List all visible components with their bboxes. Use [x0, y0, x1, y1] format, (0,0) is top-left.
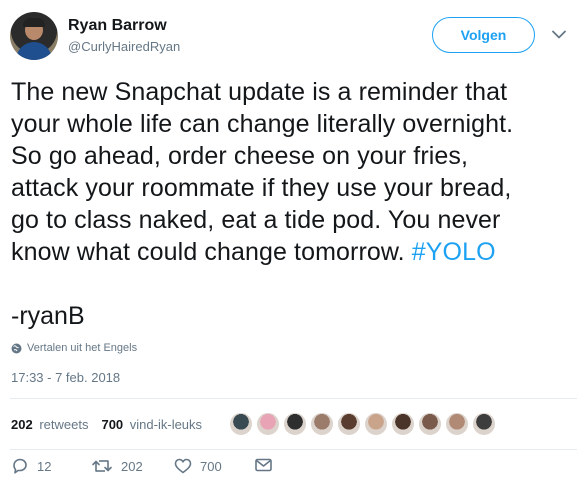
follow-button[interactable]: Volgen — [432, 17, 535, 53]
reply-button[interactable]: 12 — [11, 458, 51, 474]
avatar[interactable] — [10, 12, 58, 60]
liker-avatar[interactable] — [391, 412, 415, 436]
liker-avatar[interactable] — [445, 412, 469, 436]
liker-avatar[interactable] — [283, 412, 307, 436]
tweet-line: So go ahead, order cheese on your fries, — [11, 142, 469, 170]
retweet-button[interactable]: 202 — [91, 458, 143, 474]
liker-avatar[interactable] — [418, 412, 442, 436]
translate-link[interactable]: Vertalen uit het Engels — [11, 340, 137, 356]
user-handle[interactable]: @CurlyHairedRyan — [68, 39, 180, 55]
like-button[interactable]: 700 — [174, 458, 222, 474]
tweet-timestamp[interactable]: 17:33 - 7 feb. 2018 — [11, 370, 120, 386]
direct-message-button[interactable] — [255, 458, 272, 472]
tweet-stats: 202 retweets 700 vind-ik-leuks — [11, 408, 215, 440]
tweet-text: The new Snapchat update is a reminder th… — [11, 76, 577, 268]
reply-icon — [11, 458, 29, 474]
like-count: 700 — [200, 458, 222, 474]
heart-icon — [174, 458, 192, 474]
liker-avatar[interactable] — [364, 412, 388, 436]
divider — [10, 398, 577, 399]
retweets-label: retweets — [39, 416, 89, 432]
hashtag-link[interactable]: #YOLO — [412, 238, 496, 266]
liker-avatar[interactable] — [256, 412, 280, 436]
globe-icon — [11, 343, 22, 354]
liker-avatar[interactable] — [472, 412, 496, 436]
reply-count: 12 — [37, 458, 52, 474]
tweet-signature: -ryanB — [11, 302, 85, 330]
divider — [10, 449, 577, 450]
likes-label: vind-ik-leuks — [129, 416, 203, 432]
likes-count: 700 — [101, 416, 124, 432]
user-name[interactable]: Ryan Barrow — [68, 16, 167, 36]
liker-avatar[interactable] — [310, 412, 334, 436]
chevron-down-icon[interactable] — [551, 26, 567, 42]
retweets-count: 202 — [11, 416, 33, 432]
tweet-line: attack your roommate if they use your br… — [11, 174, 512, 202]
retweet-count: 202 — [121, 458, 143, 474]
liker-avatar[interactable] — [229, 412, 253, 436]
envelope-icon — [255, 458, 272, 472]
tweet-line-last: know what could change tomorrow. #YOLO — [11, 236, 577, 268]
tweet-header: Ryan Barrow @CurlyHairedRyan Volgen — [10, 12, 577, 62]
liker-avatar[interactable] — [337, 412, 361, 436]
tweet-line: your whole life can change literally ove… — [11, 110, 514, 138]
retweet-icon — [91, 458, 113, 474]
likes-stat[interactable]: 700 vind-ik-leuks — [101, 417, 202, 432]
retweets-stat[interactable]: 202 retweets — [11, 417, 88, 432]
tweet-line-text: know what could change tomorrow. — [11, 238, 412, 266]
tweet-line: go to class naked, eat a tide pod. You n… — [11, 206, 501, 234]
translate-label: Vertalen uit het Engels — [27, 342, 138, 354]
tweet-line: The new Snapchat update is a reminder th… — [11, 78, 508, 106]
liker-avatars — [229, 408, 496, 440]
